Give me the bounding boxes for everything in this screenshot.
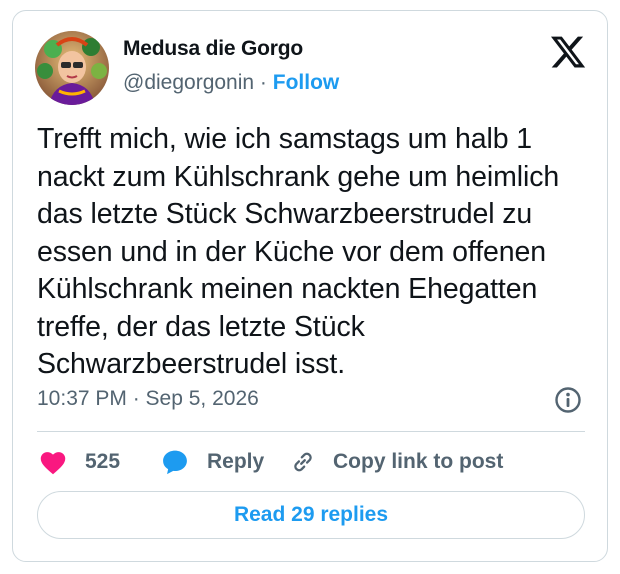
handle-separator: · — [259, 71, 267, 94]
tweet-text: Trefft mich, wie ich samstags um halb 1 … — [37, 123, 560, 380]
like-count: 525 — [85, 450, 121, 473]
copy-link-button[interactable]: Copy link to post — [289, 447, 503, 477]
x-logo-icon[interactable] — [549, 33, 587, 71]
copy-link-label: Copy link to post — [333, 450, 504, 473]
timestamp-link[interactable]: 10:37 PM · Sep 5, 2026 — [37, 387, 259, 411]
tweet-card: Medusa die Gorgo @diegorgonin · Follow T… — [12, 10, 608, 562]
reply-bubble-icon — [163, 450, 187, 475]
handle[interactable]: @diegorgonin — [123, 71, 254, 94]
avatar[interactable] — [35, 31, 109, 105]
reply-button[interactable]: Reply — [161, 447, 264, 477]
link-icon — [294, 452, 312, 472]
like-button[interactable]: 525 — [39, 447, 120, 477]
follow-button[interactable]: Follow — [273, 71, 340, 94]
handle-row: @diegorgonin · Follow — [123, 71, 339, 95]
display-name[interactable]: Medusa die Gorgo — [123, 37, 303, 61]
info-icon[interactable] — [554, 386, 582, 414]
divider — [37, 431, 585, 432]
read-replies-button[interactable]: Read 29 replies — [37, 491, 585, 539]
heart-icon — [40, 452, 66, 475]
reply-label: Reply — [207, 450, 265, 473]
